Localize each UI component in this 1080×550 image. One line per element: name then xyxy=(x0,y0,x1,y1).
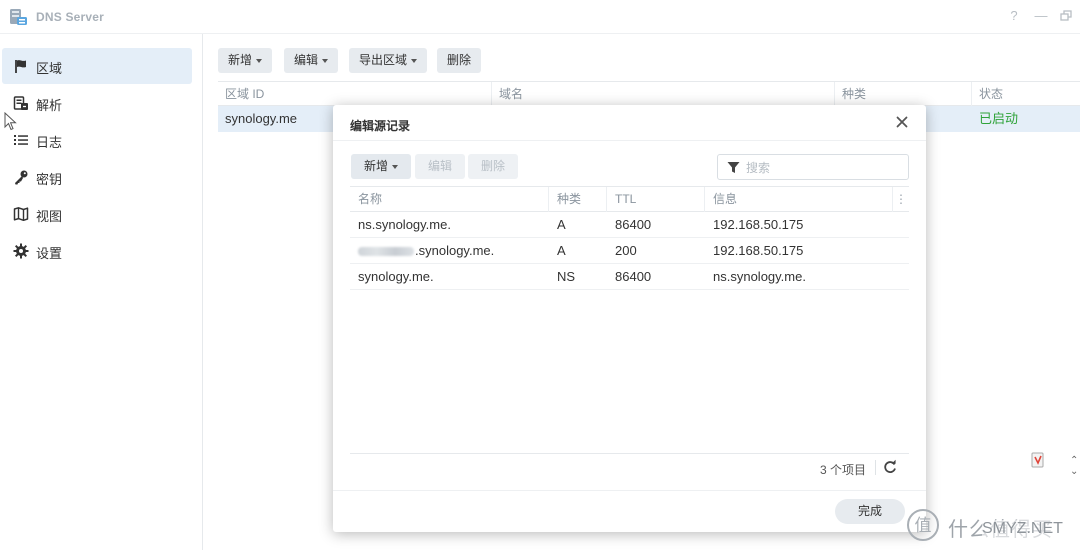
column-menu-icon[interactable]: ⋮ xyxy=(893,187,909,212)
table-row[interactable]: synology.me. NS 86400 ns.synology.me. xyxy=(350,264,909,290)
edit-zone-button[interactable]: 编辑 xyxy=(284,48,339,73)
help-button[interactable]: ? xyxy=(1006,8,1022,24)
resolve-icon xyxy=(13,96,28,110)
column-header-status[interactable]: 状态 xyxy=(972,82,1080,106)
filter-icon xyxy=(727,162,740,173)
table-row[interactable]: .synology.me. A 200 192.168.50.175 xyxy=(350,238,909,264)
delete-record-button[interactable]: 删除 xyxy=(468,154,518,179)
sidebar-item-label: 视图 xyxy=(36,209,63,224)
record-ttl-cell: 86400 xyxy=(615,269,652,284)
scroll-arrows-icon[interactable]: ⌃ ⌄ xyxy=(1070,455,1078,477)
table-row[interactable]: ns.synology.me. A 86400 192.168.50.175 xyxy=(350,212,909,238)
sidebar-item-resolve[interactable]: 解析 xyxy=(2,85,192,121)
sidebar-item-label: 设置 xyxy=(36,246,63,261)
button-label: 编辑 xyxy=(294,53,319,67)
dialog-title: 编辑源记录 xyxy=(350,119,411,133)
record-info-cell: 192.168.50.175 xyxy=(713,243,804,258)
caret-down-icon xyxy=(256,58,263,63)
mouse-cursor-icon xyxy=(4,112,17,131)
caret-down-icon xyxy=(392,164,398,169)
sidebar: 区域 解析 日志 密钥 视图 设置 xyxy=(0,34,203,550)
record-type-cell: A xyxy=(557,243,566,258)
column-header-ttl[interactable]: TTL xyxy=(607,187,705,212)
record-type-cell: A xyxy=(557,217,566,232)
watermark: 值 什么值得买 SMYZ.NET xyxy=(906,508,1078,542)
divider xyxy=(875,460,876,475)
record-ttl-cell: 86400 xyxy=(615,217,652,232)
gear-icon xyxy=(13,243,29,259)
add-zone-button[interactable]: 新增 xyxy=(218,48,273,73)
title-bar: DNS Server ? — xyxy=(0,0,1080,34)
sidebar-item-keys[interactable]: 密钥 xyxy=(2,159,192,195)
sidebar-item-label: 密钥 xyxy=(36,172,63,187)
edit-records-dialog: 编辑源记录 新增 编辑 删除 名称 种类 TTL 信息 ⋮ ns.synolog… xyxy=(333,105,926,532)
records-footer: 3 个项目 xyxy=(350,453,909,480)
sidebar-item-views[interactable]: 视图 xyxy=(2,196,192,232)
done-button[interactable]: 完成 xyxy=(835,499,905,524)
list-icon xyxy=(14,135,28,145)
add-record-button[interactable]: 新增 xyxy=(351,154,411,179)
zones-table-header: 区域 ID 域名 种类 状态 xyxy=(218,81,1080,106)
app-title: DNS Server xyxy=(36,10,105,24)
sidebar-item-settings[interactable]: 设置 xyxy=(2,233,192,269)
column-header-domain[interactable]: 域名 xyxy=(492,82,835,106)
button-label: 导出区域 xyxy=(359,53,408,67)
restore-window-icon[interactable] xyxy=(1058,8,1074,24)
map-icon xyxy=(13,207,29,222)
watermark-site: SMYZ.NET xyxy=(982,520,1063,538)
sidebar-item-label: 区域 xyxy=(36,61,63,76)
button-label: 新增 xyxy=(363,159,388,173)
minimize-button[interactable]: — xyxy=(1033,8,1049,24)
record-name-cell: synology.me. xyxy=(358,269,434,284)
item-count: 3 个项目 xyxy=(819,463,866,477)
record-name-cell: .synology.me. xyxy=(350,238,494,263)
sidebar-item-label: 日志 xyxy=(36,135,63,150)
caret-down-icon xyxy=(322,58,329,63)
record-ttl-cell: 200 xyxy=(615,243,637,258)
edit-record-button[interactable]: 编辑 xyxy=(415,154,465,179)
column-header-name[interactable]: 名称 xyxy=(350,187,549,212)
status-cell: 已启动 xyxy=(979,111,1019,126)
dns-server-app-icon xyxy=(10,9,27,25)
column-header-zone-id[interactable]: 区域 ID xyxy=(218,82,492,106)
column-header-type[interactable]: 种类 xyxy=(835,82,972,106)
svg-text:值: 值 xyxy=(915,516,932,536)
document-icon[interactable] xyxy=(1030,452,1046,468)
search-input[interactable] xyxy=(746,159,901,176)
delete-zone-button[interactable]: 删除 xyxy=(437,48,482,73)
column-header-type[interactable]: 种类 xyxy=(549,187,607,212)
redacted-text xyxy=(358,247,414,257)
dialog-header: 编辑源记录 xyxy=(333,105,926,141)
records-table-header: 名称 种类 TTL 信息 ⋮ xyxy=(350,186,909,212)
key-icon xyxy=(15,170,28,185)
sidebar-item-zones[interactable]: 区域 xyxy=(2,48,192,84)
record-name-cell: ns.synology.me. xyxy=(358,217,451,232)
sidebar-item-logs[interactable]: 日志 xyxy=(2,122,192,158)
close-icon[interactable] xyxy=(894,114,910,130)
refresh-icon[interactable] xyxy=(882,459,898,475)
export-zone-button[interactable]: 导出区域 xyxy=(349,48,428,73)
sidebar-item-label: 解析 xyxy=(36,98,63,113)
search-field[interactable] xyxy=(717,154,909,180)
button-label: 新增 xyxy=(228,53,253,67)
button-label: 删除 xyxy=(447,53,472,67)
record-name-suffix: .synology.me. xyxy=(415,243,495,258)
column-header-info[interactable]: 信息 xyxy=(705,187,893,212)
record-type-cell: NS xyxy=(557,269,576,284)
caret-down-icon xyxy=(411,58,418,63)
record-info-cell: ns.synology.me. xyxy=(713,269,806,284)
record-info-cell: 192.168.50.175 xyxy=(713,217,804,232)
watermark-logo-icon: 值 xyxy=(907,509,939,541)
flag-icon xyxy=(15,60,26,73)
